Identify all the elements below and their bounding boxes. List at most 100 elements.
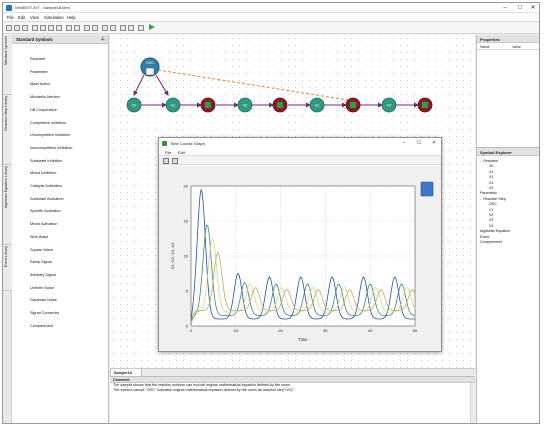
paste-icon[interactable] xyxy=(48,25,54,31)
palette-item[interactable]: Mixed Inhibition xyxy=(30,171,56,175)
reactant-node-x0[interactable]: X0 xyxy=(126,97,142,113)
palette-item[interactable]: Mixed Activation xyxy=(30,222,57,226)
reaction-node-v2[interactable] xyxy=(272,97,288,113)
graph-icon[interactable] xyxy=(110,25,116,31)
palette-item[interactable]: Parameter xyxy=(30,70,48,74)
menu-help[interactable]: Help xyxy=(67,15,76,20)
tree-node[interactable]: Parameter xyxy=(480,191,497,195)
library-tabs: Standard Symbols Reaction Step Library A… xyxy=(3,35,12,423)
tree-node[interactable]: X1 xyxy=(489,170,493,174)
menu-file[interactable]: File xyxy=(7,15,14,20)
menu-simulation[interactable]: Simulation xyxy=(44,15,64,20)
tree-toggle-icon[interactable]: - xyxy=(480,159,481,163)
osc-node[interactable]: OSC xyxy=(140,57,160,77)
undo-icon[interactable] xyxy=(66,25,72,31)
save-icon[interactable] xyxy=(22,25,28,31)
palette-item[interactable]: Uncompetitive Inhibition xyxy=(30,133,70,137)
redo-icon[interactable] xyxy=(74,25,80,31)
cut-icon[interactable] xyxy=(32,25,38,31)
delete-icon[interactable] xyxy=(56,25,62,31)
tree-node[interactable]: X0 xyxy=(489,164,493,168)
close-button[interactable]: ✕ xyxy=(528,4,538,12)
new-file-icon[interactable] xyxy=(6,25,12,31)
open-folder-icon[interactable] xyxy=(14,25,20,31)
reactant-node-x3[interactable]: X3 xyxy=(309,97,325,113)
tab-standard-symbols[interactable]: Standard Symbols xyxy=(3,35,12,95)
palette-item[interactable]: Uniform Noise xyxy=(30,286,54,290)
reaction-node-v3[interactable] xyxy=(345,97,361,113)
tree-node[interactable]: Algebraic Equation xyxy=(480,229,510,233)
reactant-node-x4[interactable]: X4 xyxy=(381,97,397,113)
tree-node[interactable]: X2 xyxy=(489,175,493,179)
properties-header: Properties xyxy=(477,35,539,43)
palette-item[interactable]: Square Wave xyxy=(30,248,53,252)
tree-node[interactable]: V2 xyxy=(489,213,493,217)
palette-item[interactable]: Substrate Activation xyxy=(30,197,64,201)
tree-node[interactable]: X4 xyxy=(489,186,493,190)
palette-item[interactable]: Substrate Inhibition xyxy=(30,159,63,163)
palette-item[interactable]: Hill Cooperative xyxy=(30,108,57,112)
reactant-node-x1[interactable]: X1 xyxy=(165,97,181,113)
zoom-out-icon[interactable] xyxy=(92,25,98,31)
palette-item[interactable]: Gaussian Noise xyxy=(30,298,57,302)
tree-toggle-icon[interactable]: - xyxy=(480,197,481,201)
connector-osc-x1 xyxy=(155,74,169,96)
comment-line-2: The symbol named "OSC" indicates origina… xyxy=(113,388,296,392)
tree-node[interactable]: X3 xyxy=(489,181,493,185)
tree-node[interactable]: - Reactant xyxy=(480,159,498,163)
stop-icon[interactable] xyxy=(138,25,144,31)
palette-item[interactable]: Ramp Signal xyxy=(30,260,52,264)
tree-node[interactable]: - Reaction Step xyxy=(480,197,506,201)
pin-icon[interactable]: ⊥ xyxy=(101,36,105,42)
reactant-node-x2[interactable]: X2 xyxy=(237,97,253,113)
palette-item[interactable]: Signal Connector xyxy=(30,311,59,315)
palette-item[interactable]: Sine Wave xyxy=(30,235,48,239)
tree-node-label: X4 xyxy=(489,186,494,190)
tree-node[interactable]: V3 xyxy=(489,218,493,222)
reaction-node-v1[interactable] xyxy=(200,97,216,113)
graph-print-icon[interactable] xyxy=(172,157,178,164)
palette-item[interactable]: Catalytic Activation xyxy=(30,184,62,188)
menu-edit[interactable]: Edit xyxy=(18,15,25,20)
zoom-in-icon[interactable] xyxy=(84,25,90,31)
graph-save-icon[interactable] xyxy=(163,157,169,164)
print-icon[interactable] xyxy=(102,25,108,31)
minimize-button[interactable]: – xyxy=(500,4,510,12)
menu-view[interactable]: View xyxy=(30,15,39,20)
tree-node[interactable]: OSC xyxy=(489,202,497,206)
palette-item[interactable]: Compartment xyxy=(30,324,53,328)
palette-item[interactable]: Mass Action xyxy=(30,82,50,86)
tree-node[interactable]: V1 xyxy=(489,208,493,212)
palette-item[interactable]: Competitive Inhibition xyxy=(30,121,66,125)
graph-close-button[interactable]: ✕ xyxy=(429,139,439,147)
palette-item[interactable]: Reactant xyxy=(30,57,45,61)
palette-item[interactable]: Michaelis-Menten xyxy=(30,95,60,99)
settings-icon[interactable] xyxy=(128,25,134,31)
y-tick-label: 10 xyxy=(184,254,189,259)
y-tick-label: 5 xyxy=(186,289,189,294)
tab-algebraic-equation-library[interactable]: Algebraic Equation Library xyxy=(3,165,12,245)
tab-event-library[interactable]: Event Library xyxy=(3,245,12,291)
explorer-header: Symbol Explorer xyxy=(477,148,539,156)
graph-menu-edit[interactable]: Edit xyxy=(178,150,185,155)
graph-window-title: Time Course Graph xyxy=(170,141,205,146)
palette-item[interactable]: Noncompetitive Inhibition xyxy=(30,146,72,150)
x-tick-label: 50 xyxy=(413,328,418,333)
table-icon[interactable] xyxy=(120,25,126,31)
graph-minimize-button[interactable]: – xyxy=(399,139,409,147)
tree-node-label: X0 xyxy=(489,164,494,169)
tab-reaction-step-library[interactable]: Reaction Step Library xyxy=(3,95,12,165)
reaction-node-v4[interactable] xyxy=(417,97,433,113)
maximize-button[interactable]: ☐ xyxy=(515,4,525,12)
palette-item[interactable]: Arbitrary Signal xyxy=(30,273,56,277)
run-simulation-icon[interactable] xyxy=(149,24,155,30)
plot-area: 0 10 20 30 40 50 0 5 10 15 20 Time X1, X2, X3, X4 xyxy=(159,166,441,351)
comment-scrollbar[interactable] xyxy=(470,383,475,423)
tree-node[interactable]: V4 xyxy=(489,224,493,228)
copy-icon[interactable] xyxy=(40,25,46,31)
palette-item[interactable]: Specific Activation xyxy=(30,209,61,213)
graph-maximize-button[interactable]: ☐ xyxy=(414,139,424,147)
tree-node[interactable]: Compartment xyxy=(480,240,502,244)
graph-menu-file[interactable]: File xyxy=(165,150,171,155)
tree-node[interactable]: Event xyxy=(480,235,489,239)
